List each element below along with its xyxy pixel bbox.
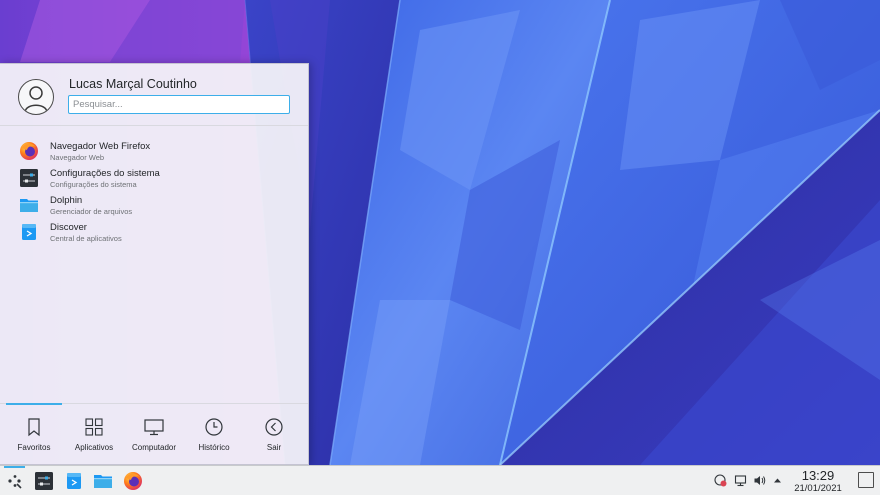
app-item-discover[interactable]: Discover Central de aplicativos (0, 219, 308, 246)
tab-leave[interactable]: Sair (244, 410, 304, 460)
avatar[interactable] (18, 79, 54, 115)
tab-computer[interactable]: Computador (124, 410, 184, 460)
app-launcher-icon[interactable] (5, 471, 25, 491)
app-name: Configurações do sistema (50, 168, 160, 179)
app-item-firefox[interactable]: Navegador Web Firefox Navegador Web (0, 138, 308, 165)
firefox-icon[interactable] (123, 471, 143, 491)
launcher-active-indicator (4, 466, 25, 468)
system-settings-icon[interactable] (34, 471, 54, 491)
launcher-header: Lucas Marçal Coutinho (0, 64, 308, 126)
folder-icon[interactable] (93, 471, 113, 491)
favorites-list: Navegador Web Firefox Navegador Web Conf… (0, 138, 308, 246)
discover-icon (22, 224, 36, 240)
updates-icon[interactable] (714, 474, 727, 487)
clock-time[interactable]: 13:29 (790, 468, 846, 483)
monitor-icon (144, 419, 164, 436)
taskbar-panel: 13:29 21/01/2021 (0, 465, 880, 495)
launcher-tab-bar: Favoritos Aplicativos Computador Históri… (0, 403, 308, 466)
user-icon (24, 86, 48, 113)
tab-history[interactable]: Histórico (184, 410, 244, 460)
application-launcher: Lucas Marçal Coutinho Navegador Web Fire… (0, 63, 309, 465)
tab-label: Favoritos (17, 443, 51, 452)
bookmark-icon (28, 418, 40, 437)
app-description: Central de aplicativos (50, 234, 122, 243)
app-description: Gerenciador de arquivos (50, 207, 133, 216)
tab-favorites[interactable]: Favoritos (4, 410, 64, 460)
grid-icon (85, 418, 103, 436)
app-description: Configurações do sistema (50, 180, 137, 189)
active-tab-indicator (6, 403, 62, 405)
clock-date[interactable]: 21/01/2021 (784, 483, 852, 494)
app-item-dolphin[interactable]: Dolphin Gerenciador de arquivos (0, 192, 308, 219)
tab-label: Histórico (198, 443, 230, 452)
show-desktop-button[interactable] (858, 472, 874, 488)
volume-icon[interactable] (753, 474, 766, 487)
discover-icon[interactable] (64, 471, 84, 491)
user-name: Lucas Marçal Coutinho (69, 77, 197, 91)
system-settings-icon (20, 169, 38, 187)
tab-label: Computador (131, 443, 177, 452)
tab-applications[interactable]: Aplicativos (64, 410, 124, 460)
app-name: Dolphin (50, 195, 83, 206)
app-description: Navegador Web (50, 153, 105, 162)
tray-expand-icon[interactable] (771, 474, 784, 487)
app-item-system-settings[interactable]: Configurações do sistema Configurações d… (0, 165, 308, 192)
folder-icon (20, 199, 38, 212)
network-icon[interactable] (734, 474, 747, 487)
tab-label: Aplicativos (74, 443, 114, 452)
clock-icon (205, 418, 223, 436)
app-name: Discover (50, 222, 87, 233)
app-name: Navegador Web Firefox (50, 141, 151, 152)
back-arrow-icon (265, 418, 283, 436)
firefox-icon (20, 142, 38, 160)
search-input[interactable] (68, 95, 290, 114)
tab-label: Sair (266, 443, 282, 452)
